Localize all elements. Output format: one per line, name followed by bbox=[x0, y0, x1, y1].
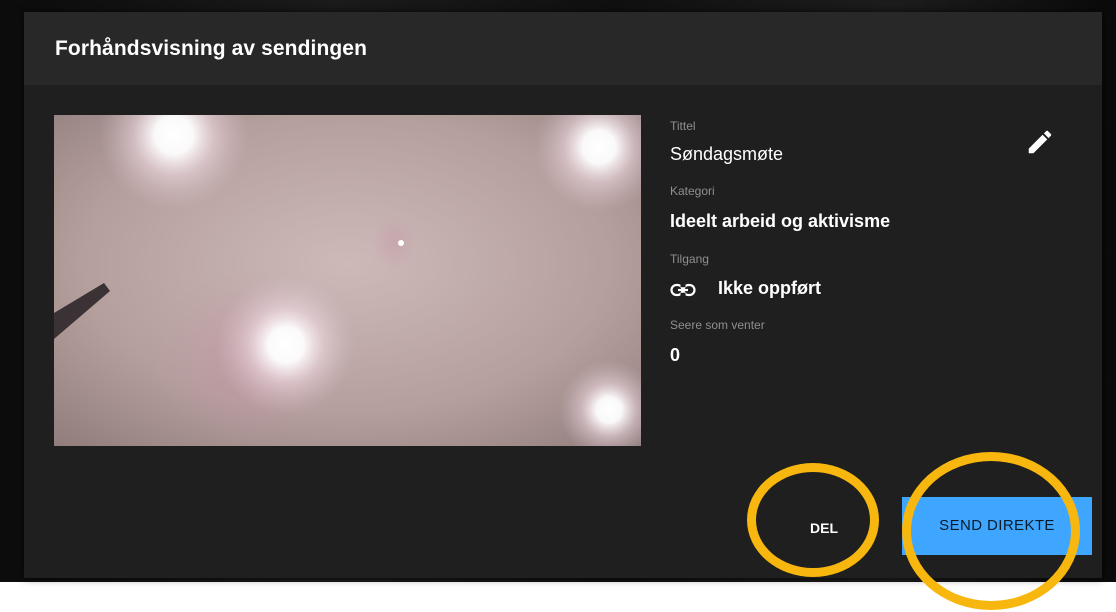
waiting-viewers-value: 0 bbox=[670, 345, 681, 365]
link-icon bbox=[670, 283, 696, 297]
share-button[interactable]: DEL bbox=[794, 508, 854, 548]
camera-preview bbox=[54, 115, 641, 446]
title-label: Tittel bbox=[670, 119, 696, 133]
dialog-header: Forhåndsvisning av sendingen bbox=[24, 12, 1102, 85]
waiting-viewers-label: Seere som venter bbox=[670, 318, 765, 332]
access-value: Ikke oppført bbox=[718, 278, 822, 298]
pencil-icon[interactable] bbox=[1025, 127, 1055, 157]
category-value: Ideelt arbeid og aktivisme bbox=[670, 211, 891, 231]
camera-preview-image bbox=[54, 115, 641, 446]
category-label: Kategori bbox=[670, 184, 715, 198]
dialog-title: Forhåndsvisning av sendingen bbox=[55, 37, 368, 60]
go-live-button[interactable]: SEND DIREKTE bbox=[902, 497, 1092, 555]
access-label: Tilgang bbox=[670, 252, 709, 266]
stream-preview-dialog: Forhåndsvisning av sendingen Tittel Sønd… bbox=[24, 12, 1102, 578]
title-value: Søndagsmøte bbox=[670, 144, 784, 164]
